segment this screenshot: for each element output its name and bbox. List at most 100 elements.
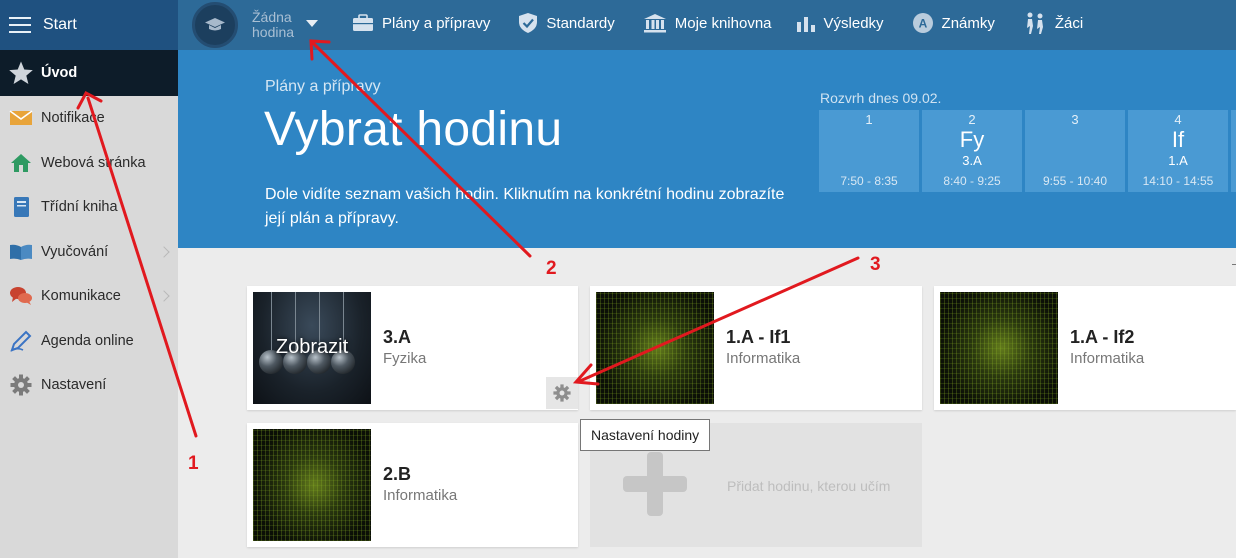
lesson-selector[interactable]: Žádna hodina <box>192 2 319 48</box>
nav-standards-label: Standardy <box>546 14 615 32</box>
slot-class: 1.A <box>1168 153 1188 168</box>
nav-plans-label: Plány a přípravy <box>382 14 491 32</box>
tooltip: Nastavení hodiny <box>580 419 711 451</box>
nav-results[interactable]: Výsledky <box>796 13 884 33</box>
nav-library[interactable]: Moje knihovna <box>643 13 772 33</box>
nav-library-label: Moje knihovna <box>674 14 772 32</box>
lesson-thumbnail[interactable] <box>596 292 714 404</box>
sidebar-item-tridni-kniha[interactable]: Třídní kniha <box>0 185 178 230</box>
nav-standards[interactable]: Standardy <box>518 12 615 34</box>
sidebar-item-label: Komunikace <box>41 288 121 305</box>
sidebar-item-label: Agenda online <box>41 332 134 349</box>
sidebar-item-label: Vyučování <box>41 243 109 260</box>
graduation-cap-icon <box>192 2 238 48</box>
slot-time: 9:55 - 10:40 <box>1042 174 1108 188</box>
page-title: Vybrat hodinu <box>264 103 563 156</box>
lesson-card[interactable]: 1.A - If1 Informatika <box>590 286 922 410</box>
lesson-card[interactable]: Zobrazit 3.A Fyzika <box>247 286 578 410</box>
schedule-strip: 1 7:50 - 8:35 2 Fy 3.A 8:40 - 9:25 3 9:5… <box>819 110 1236 192</box>
chevron-down-icon[interactable] <box>306 19 319 27</box>
lesson-thumbnail[interactable] <box>253 429 371 541</box>
sidebar: Úvod Notifikace Webová stránka Třídní kn… <box>0 50 178 558</box>
edge-mark <box>1232 264 1236 265</box>
schedule-slot[interactable]: 2 Fy 3.A 8:40 - 9:25 <box>922 110 1022 192</box>
sidebar-item-label: Třídní kniha <box>41 199 118 216</box>
star-icon <box>8 60 34 86</box>
sidebar-item-agenda-online[interactable]: Agenda online <box>0 319 178 364</box>
sidebar-item-label: Webová stránka <box>41 154 146 171</box>
annotation-label-3: 3 <box>870 254 881 275</box>
lesson-thumbnail[interactable]: Zobrazit <box>253 292 371 404</box>
slot-number: 2 <box>968 112 976 127</box>
lesson-card[interactable]: 1.A - If2 Informatika <box>934 286 1236 410</box>
slot-number: 1 <box>865 112 873 127</box>
pen-icon <box>8 328 34 354</box>
lesson-thumbnail[interactable] <box>940 292 1058 404</box>
bar-chart-icon <box>796 17 815 32</box>
slot-number: 4 <box>1174 112 1182 127</box>
nav-plans[interactable]: Plány a přípravy <box>352 14 490 32</box>
sidebar-item-uvod[interactable]: Úvod <box>0 50 178 96</box>
lesson-selector-line2: hodina <box>252 24 295 40</box>
sidebar-item-webova-stranka[interactable]: Webová stránka <box>0 141 178 186</box>
lesson-subject: Fyzika <box>383 350 427 367</box>
lesson-class: 2.B <box>383 464 412 484</box>
chevron-right-icon <box>158 246 170 258</box>
slot-subject: If <box>1171 127 1185 152</box>
shield-check-icon <box>519 13 538 33</box>
sidebar-item-label: Úvod <box>41 65 78 81</box>
slot-number: 3 <box>1071 112 1079 127</box>
students-icon <box>1026 12 1043 34</box>
lesson-class: 3.A <box>383 327 412 347</box>
lesson-selector-line1: Žádna <box>252 9 292 25</box>
top-bar: Start Žádna hodina Plány a přípravy Stan… <box>0 0 1236 50</box>
library-icon <box>643 14 666 33</box>
schedule-slot[interactable]: 1 7:50 - 8:35 <box>819 110 919 192</box>
lesson-card[interactable]: 2.B Informatika <box>247 423 578 547</box>
slot-time: 14:10 - 14:55 <box>1142 174 1214 188</box>
gear-icon <box>553 384 571 402</box>
slot-class: 3.A <box>962 153 982 168</box>
lesson-subject: Informatika <box>726 350 801 367</box>
lesson-settings-button[interactable] <box>546 377 578 409</box>
schedule-slot-partial <box>1231 110 1236 192</box>
nav-grades-label: Známky <box>941 14 995 32</box>
sidebar-item-label: Nastavení <box>41 377 107 394</box>
svg-text:A: A <box>918 17 927 31</box>
sidebar-item-nastaveni[interactable]: Nastavení <box>0 363 178 408</box>
nav-students-label: Žáci <box>1054 14 1084 32</box>
nav-grades[interactable]: A Známky <box>912 12 995 34</box>
annotation-label-2: 2 <box>546 258 557 279</box>
hamburger-menu-icon[interactable] <box>9 17 31 33</box>
open-book-icon <box>8 239 34 265</box>
sidebar-item-label: Notifikace <box>41 110 105 127</box>
annotation-label-1: 1 <box>188 453 199 474</box>
start-label: Start <box>43 16 77 33</box>
nav-results-label: Výsledky <box>823 14 884 32</box>
chat-bubbles-icon <box>8 283 34 309</box>
nav-students[interactable]: Žáci <box>1023 11 1083 35</box>
sidebar-item-komunikace[interactable]: Komunikace <box>0 274 178 319</box>
lesson-subject: Informatika <box>1070 350 1145 367</box>
breadcrumb[interactable]: Plány a přípravy <box>265 78 381 96</box>
grade-badge-icon: A <box>912 13 933 33</box>
start-menu-button[interactable]: Start <box>0 0 178 50</box>
show-overlay-label[interactable]: Zobrazit <box>253 336 371 359</box>
gear-icon <box>8 372 34 398</box>
page-description: Dole vidíte seznam vašich hodin. Kliknut… <box>265 186 785 227</box>
envelope-icon <box>8 105 34 131</box>
slot-subject: Fy <box>959 127 985 152</box>
lesson-class: 1.A - If1 <box>726 327 791 347</box>
plus-icon <box>623 452 687 516</box>
schedule-slot[interactable]: 4 If 1.A 14:10 - 14:55 <box>1128 110 1228 192</box>
top-navigation: Plány a přípravy Standardy Moje knihovna… <box>352 0 1111 46</box>
hero-banner: Plány a přípravy Vybrat hodinu Dole vidí… <box>178 50 1236 248</box>
sidebar-item-notifikace[interactable]: Notifikace <box>0 96 178 141</box>
schedule-label: Rozvrh dnes 09.02. <box>820 90 942 106</box>
lesson-subject: Informatika <box>383 487 458 504</box>
sidebar-item-vyucovani[interactable]: Vyučování <box>0 230 178 275</box>
book-icon <box>8 194 34 220</box>
slot-time: 7:50 - 8:35 <box>840 174 898 188</box>
home-icon <box>8 150 34 176</box>
schedule-slot[interactable]: 3 9:55 - 10:40 <box>1025 110 1125 192</box>
